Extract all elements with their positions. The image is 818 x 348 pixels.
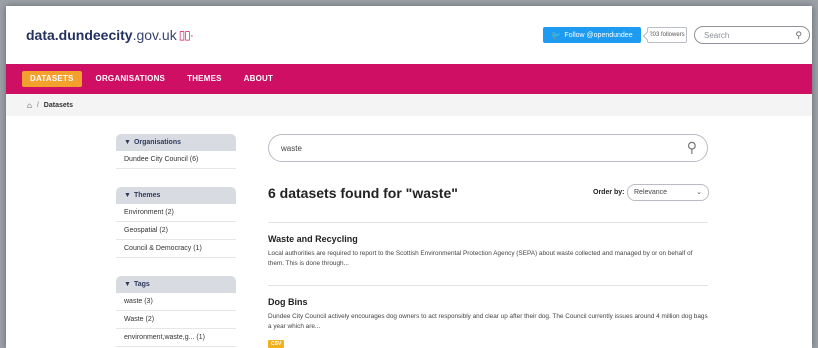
twitter-follow-button[interactable]: 🐦 Follow @opendundee (543, 27, 641, 43)
facet-item[interactable]: Council & Democracy (1) (116, 240, 236, 258)
divider (268, 285, 708, 286)
facet-title: Tags (133, 281, 150, 288)
filter-icon: ▼ (124, 139, 131, 146)
header-search-input[interactable]: Search ⚲ (694, 26, 810, 44)
search-query: waste (281, 143, 302, 153)
facet-item[interactable]: environment,waste,g... (1) (116, 329, 236, 347)
facet-title: Organisations (133, 139, 182, 146)
site-logo[interactable]: data.dundeecity .gov.uk ▯▯· (26, 27, 194, 43)
follow-label: Follow @opendundee (564, 31, 633, 39)
nav-themes[interactable]: THEMES (179, 71, 230, 87)
breadcrumb-separator: / (36, 101, 39, 109)
dataset-description: Local authorities are required to report… (268, 250, 693, 267)
search-icon[interactable]: ⚲ (795, 30, 802, 41)
dataset-description: Dundee City Council actively encourages … (268, 313, 708, 330)
breadcrumb: ⌂ / Datasets (6, 94, 812, 116)
site-header: data.dundeecity .gov.uk ▯▯· 🐦 Follow @open… (6, 6, 812, 64)
divider (268, 222, 708, 223)
facet-organisations: ▼ Organisations Dundee City Council (6) (116, 134, 236, 169)
facet-item[interactable]: Waste (2) (116, 311, 236, 329)
facet-tags: ▼ Tags waste (3) Waste (2) environment,w… (116, 276, 236, 347)
facet-header-tags: ▼ Tags (116, 276, 236, 293)
main-nav: DATASETS ORGANISATIONS THEMES ABOUT (6, 64, 812, 94)
facet-item[interactable]: Geospatial (2) (116, 222, 236, 240)
dataset-item: Dog Bins Dundee City Council actively en… (268, 297, 708, 348)
facet-header-themes: ▼ Themes (116, 187, 236, 204)
home-icon[interactable]: ⌂ (27, 101, 32, 110)
nav-about[interactable]: ABOUT (236, 71, 281, 87)
order-by-select[interactable]: Relevance ⌄ (627, 184, 709, 201)
followers-count-badge[interactable]: 203 followers (647, 27, 687, 43)
facet-sidebar: ▼ Organisations Dundee City Council (6) … (116, 134, 236, 348)
dataset-item: Waste and Recycling Local authorities ar… (268, 234, 708, 269)
header-search-placeholder: Search (704, 30, 730, 40)
followers-count: 203 followers (649, 32, 685, 38)
logo-domain-text: .gov.uk (132, 27, 177, 43)
results-header: 6 datasets found for "waste" Order by: R… (268, 181, 709, 205)
nav-datasets[interactable]: DATASETS (22, 71, 82, 87)
facet-title: Themes (133, 192, 161, 199)
facet-header-organisations: ▼ Organisations (116, 134, 236, 151)
breadcrumb-current[interactable]: Datasets (44, 102, 73, 109)
logo-mark-icon: ▯▯· (178, 28, 194, 42)
filter-icon: ▼ (124, 281, 131, 288)
chevron-down-icon: ⌄ (696, 189, 702, 196)
facet-item[interactable]: Environment (2) (116, 204, 236, 222)
nav-organisations[interactable]: ORGANISATIONS (88, 71, 174, 87)
dataset-title-link[interactable]: Waste and Recycling (268, 234, 708, 244)
facet-item[interactable]: Dundee City Council (6) (116, 151, 236, 169)
order-by-label: Order by: (593, 189, 625, 196)
results-main: waste ⚲ 6 datasets found for "waste" Ord… (268, 134, 709, 348)
order-by-value: Relevance (634, 189, 668, 196)
facet-themes: ▼ Themes Environment (2) Geospatial (2) … (116, 187, 236, 258)
logo-bold-text: data.dundeecity (26, 27, 133, 43)
facet-item[interactable]: waste (3) (116, 293, 236, 311)
filter-icon: ▼ (124, 192, 131, 199)
results-count-title: 6 datasets found for "waste" (268, 185, 458, 201)
dataset-title-link[interactable]: Dog Bins (268, 297, 708, 307)
twitter-bird-icon: 🐦 (551, 30, 562, 40)
format-badge[interactable]: CSV (268, 340, 285, 348)
browser-page: data.dundeecity .gov.uk ▯▯· 🐦 Follow @open… (6, 6, 812, 348)
dataset-search-input[interactable]: waste ⚲ (268, 134, 708, 162)
search-icon[interactable]: ⚲ (687, 139, 697, 156)
